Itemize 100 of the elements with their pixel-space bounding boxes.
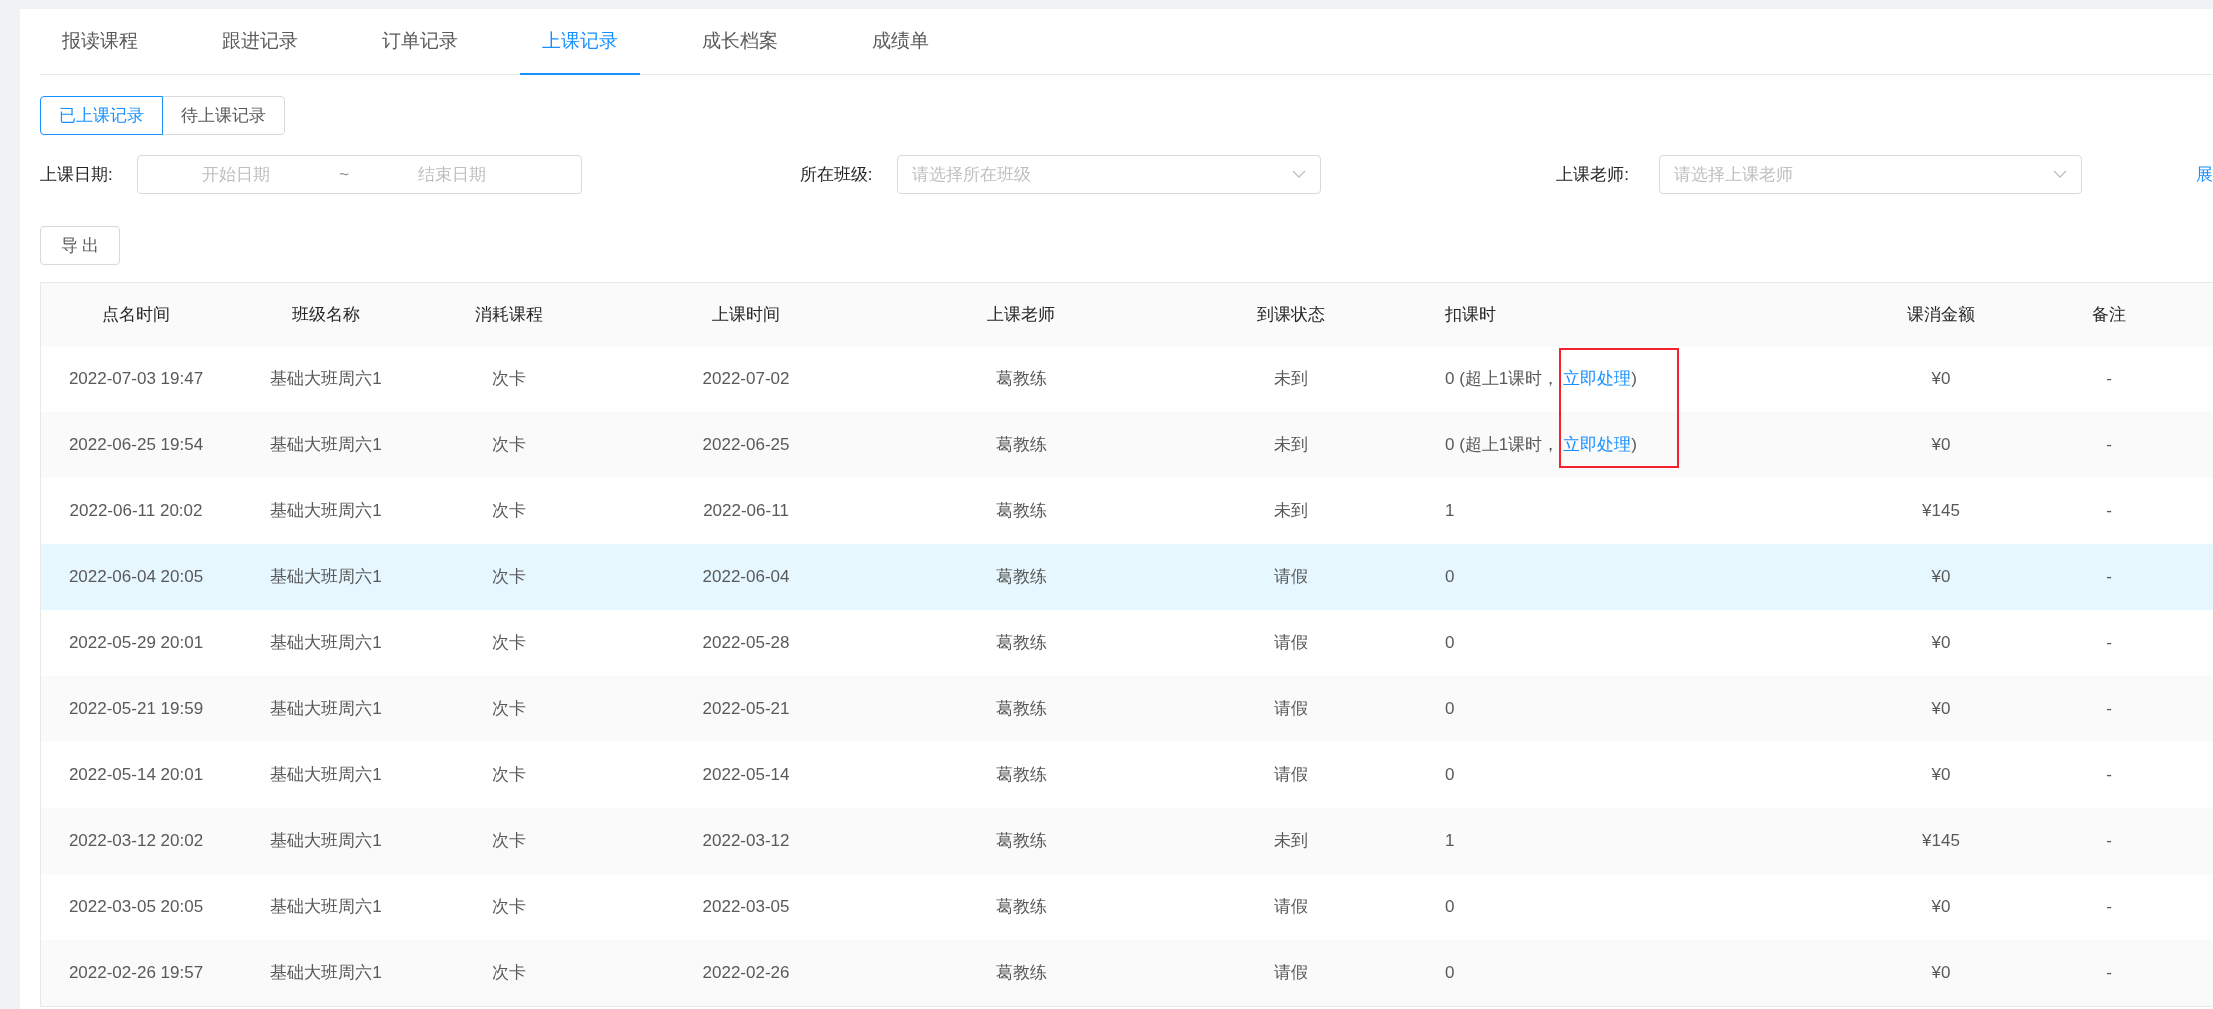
closing-parenthesis: )	[1631, 369, 1637, 389]
date-range-field[interactable]: 开始日期 ~ 结束日期	[136, 155, 582, 194]
table-cell: 基础大班周六1	[270, 501, 382, 521]
table-cell: -	[2106, 765, 2112, 785]
table-cell: 1	[1445, 831, 1455, 851]
table-cell: 2022-03-12 20:02	[68, 831, 204, 851]
table-cell: ¥0	[1931, 567, 1951, 587]
table-cell: 基础大班周六1	[270, 633, 382, 653]
closing-parenthesis: )	[1631, 435, 1637, 455]
chevron-down-icon	[2053, 170, 2067, 179]
table-cell: ¥0	[1931, 633, 1951, 653]
start-date-placeholder: 开始日期	[200, 163, 271, 186]
table-cell: 葛教练	[995, 633, 1047, 653]
table-cell: 2022-06-11 20:02	[69, 501, 203, 521]
table-cell: 葛教练	[995, 897, 1047, 917]
table-cell: 次卡	[492, 831, 526, 851]
tab[interactable]: 跟进记录	[200, 9, 320, 75]
table-cell: 基础大班周六1	[270, 567, 382, 587]
table-cell: ¥0	[1931, 963, 1951, 983]
column-header: 课消金额	[1907, 304, 1975, 324]
column-header: 班级名称	[292, 304, 360, 324]
table-cell: 次卡	[492, 369, 526, 389]
table-cell: -	[2106, 897, 2112, 917]
range-separator: ~	[337, 163, 350, 186]
column-header: 到课状态	[1257, 304, 1325, 324]
chevron-down-icon	[1292, 170, 1307, 179]
tab[interactable]: 上课记录	[520, 9, 640, 75]
table-cell: 基础大班周六1	[270, 369, 382, 389]
table-cell: 葛教练	[995, 963, 1047, 983]
export-button[interactable]: 导 出	[40, 226, 120, 265]
table-cell: 2022-06-04 20:05	[68, 567, 204, 587]
table-cell: 2022-05-28	[702, 633, 790, 653]
table-cell: -	[2106, 369, 2112, 389]
table-cell: 2022-06-25 19:54	[68, 435, 204, 455]
column-header: 备注	[2092, 304, 2126, 324]
tab[interactable]: 成绩单	[840, 9, 960, 75]
table-cell: -	[2106, 699, 2112, 719]
table-cell: -	[2106, 633, 2112, 653]
table-cell: 2022-05-21 19:59	[68, 699, 204, 719]
expand-link[interactable]: 展	[2196, 161, 2213, 188]
table-cell: 请假	[1274, 765, 1308, 785]
column-header: 上课时间	[712, 304, 780, 324]
filter-label: 上课老师:	[1556, 163, 1631, 186]
tab[interactable]: 成长档案	[680, 9, 800, 75]
table-cell: 基础大班周六1	[270, 699, 382, 719]
teacher-select[interactable]: 请选择上课老师	[1659, 155, 2082, 194]
table-cell: 葛教练	[995, 765, 1047, 785]
table-cell: 次卡	[492, 633, 526, 653]
table-cell: 次卡	[492, 963, 526, 983]
table-cell: 未到	[1274, 435, 1308, 455]
table-cell: 2022-03-12	[702, 831, 790, 851]
table-cell: 2022-06-25	[702, 435, 790, 455]
class-select[interactable]: 请选择所在班级	[896, 155, 1322, 194]
table-cell: 请假	[1274, 567, 1308, 587]
table-cell: 2022-02-26 19:57	[68, 963, 204, 983]
filter-label: 上课日期:	[40, 163, 114, 186]
tab[interactable]: 报读课程	[40, 9, 160, 75]
tab[interactable]: 订单记录	[360, 9, 480, 75]
table-cell: ¥0	[1931, 897, 1951, 917]
table-cell: 基础大班周六1	[270, 765, 382, 785]
table-cell: 基础大班周六1	[270, 963, 382, 983]
segment-button[interactable]: 已上课记录	[40, 96, 163, 135]
table-cell: 0	[1445, 765, 1455, 785]
table-cell: 0	[1445, 633, 1455, 653]
table-cell: 2022-03-05 20:05	[68, 897, 204, 917]
table-cell: -	[2106, 501, 2112, 521]
table-cell: 次卡	[492, 435, 526, 455]
table-cell: 请假	[1274, 963, 1308, 983]
process-link[interactable]: 立即处理	[1563, 435, 1632, 455]
table-cell: 次卡	[492, 501, 526, 521]
table-cell: ¥145	[1922, 831, 1960, 851]
table-cell: 2022-07-02	[702, 369, 790, 389]
table-cell: 2022-05-14 20:01	[68, 765, 204, 785]
table-cell: 次卡	[492, 699, 526, 719]
table-cell: 0	[1445, 699, 1455, 719]
table-cell: 请假	[1274, 897, 1308, 917]
table-cell: 未到	[1274, 831, 1308, 851]
process-link[interactable]: 立即处理	[1563, 369, 1632, 389]
table-cell: 次卡	[492, 567, 526, 587]
table-cell: 0 (超上1课时，	[1445, 435, 1560, 455]
table-cell: 葛教练	[995, 831, 1047, 851]
table-cell: 未到	[1274, 369, 1308, 389]
end-date-placeholder: 结束日期	[416, 163, 487, 186]
table-cell: 葛教练	[995, 435, 1047, 455]
table-cell: 基础大班周六1	[270, 435, 382, 455]
table-cell: 0 (超上1课时，	[1445, 369, 1560, 389]
table-cell: ¥0	[1931, 369, 1951, 389]
filter-label: 所在班级:	[799, 163, 874, 186]
table-cell: 2022-03-05	[702, 897, 790, 917]
table-cell: 请假	[1274, 699, 1308, 719]
table-cell: 葛教练	[995, 567, 1047, 587]
segment-button[interactable]: 待上课记录	[162, 96, 285, 135]
table-cell: 葛教练	[995, 369, 1047, 389]
table-cell: 2022-02-26	[702, 963, 790, 983]
table-cell: 2022-07-03 19:47	[68, 369, 204, 389]
table-cell: 次卡	[492, 897, 526, 917]
column-header: 消耗课程	[475, 304, 543, 324]
table-cell: 1	[1445, 501, 1455, 521]
table-cell: -	[2106, 963, 2112, 983]
table-cell: 0	[1445, 567, 1455, 587]
